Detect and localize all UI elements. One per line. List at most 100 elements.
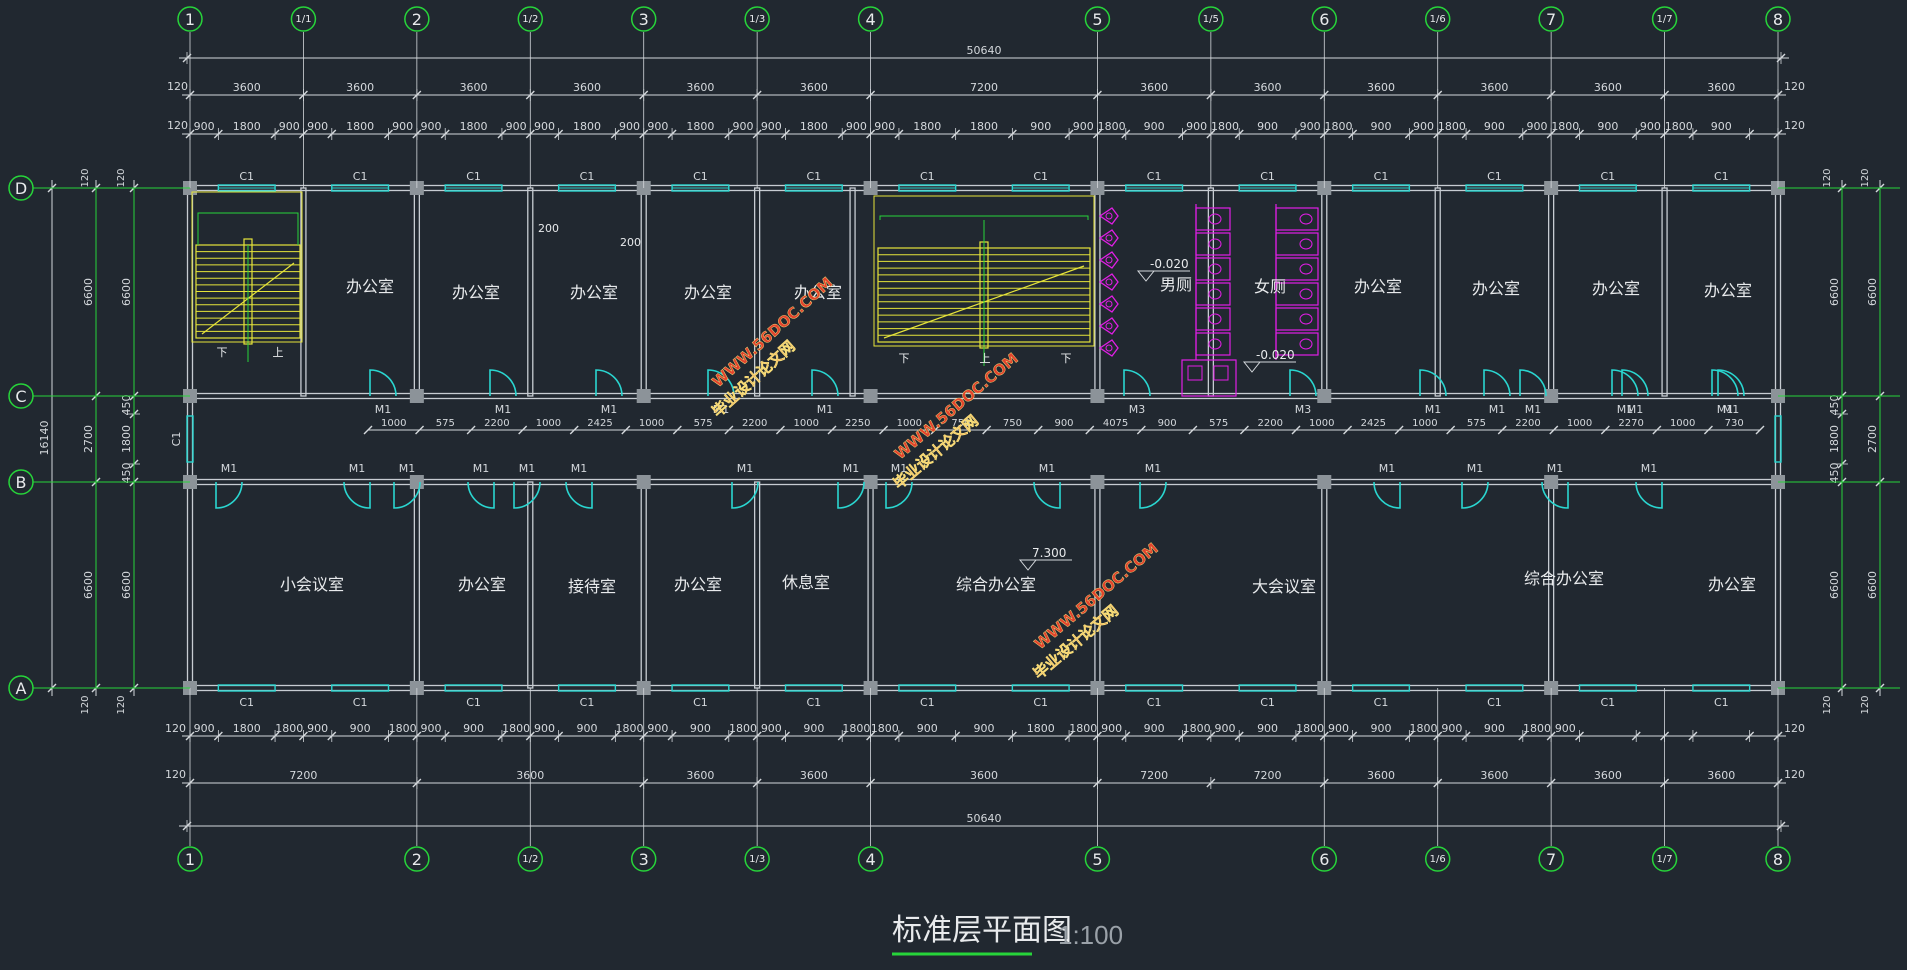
dim-value: 120 [167, 80, 188, 93]
dim-value: 3600 [800, 769, 828, 782]
stair-label: 上 [980, 352, 991, 365]
column [409, 389, 424, 403]
dim-value: 1800 [871, 722, 899, 735]
dim-value: 120 [80, 168, 91, 187]
door-label: M1 [1039, 462, 1056, 475]
dim-value: 200 [538, 222, 559, 235]
column [863, 475, 878, 489]
wall [640, 481, 647, 689]
window-label: C1 [1487, 696, 1502, 709]
dim-value: 900 [1073, 120, 1094, 133]
column [1090, 389, 1105, 403]
stair-path [879, 215, 1089, 220]
door-swing [1635, 481, 1663, 509]
dim-value: 1800 [233, 120, 261, 133]
dim-value: 1800 [913, 120, 941, 133]
fixture-bowl [1208, 263, 1222, 275]
window-label: C1 [693, 696, 708, 709]
window-label: C1 [1033, 170, 1048, 183]
wall [1547, 187, 1555, 397]
dim-value: 450 [1828, 395, 1841, 416]
dim-value: 900 [1257, 722, 1278, 735]
dim-value: 6600 [120, 278, 133, 306]
dim-value: 120 [1822, 168, 1833, 187]
window-label: C1 [1147, 170, 1162, 183]
door-label: M1 [1145, 462, 1162, 475]
door-swing [1611, 369, 1639, 397]
dim-value: 50640 [967, 812, 1002, 825]
dim-value: 2250 [845, 418, 870, 429]
room-label: 办公室 [1354, 278, 1402, 296]
dim-value: 3600 [686, 81, 714, 94]
dim-value: 575 [1209, 418, 1228, 429]
dim-value: 7200 [289, 769, 317, 782]
dim-value: 450 [1828, 463, 1841, 484]
door-swing [1419, 369, 1447, 397]
door-label: M1 [1627, 403, 1644, 416]
dim-value: 900 [1597, 120, 1618, 133]
wall [849, 187, 856, 397]
dim-value: 900 [350, 722, 371, 735]
dim-value: 900 [194, 722, 215, 735]
door-label: M1 [1489, 403, 1506, 416]
dim-value: 1800 [616, 722, 644, 735]
door-label: M1 [221, 462, 238, 475]
door-swing [215, 481, 243, 509]
room-label: 小会议室 [280, 576, 344, 594]
dim-value: 900 [1441, 722, 1462, 735]
dim-value: 900 [619, 120, 640, 133]
dim-value: 120 [1784, 80, 1805, 93]
wall [413, 481, 421, 689]
column [636, 389, 651, 403]
dim-value: 120 [165, 768, 186, 781]
fixture [1105, 212, 1113, 220]
stair-label: 下 [217, 347, 228, 359]
room-label: 办公室 [1708, 576, 1756, 594]
dim-value: 450 [120, 463, 133, 484]
dim-value: 1800 [120, 425, 133, 453]
window-label: C1 [1374, 170, 1389, 183]
dim-value: 750 [1003, 418, 1022, 429]
axis-label: 1 [185, 10, 195, 29]
dim-value: 120 [1822, 695, 1833, 714]
dim-value: 900 [846, 120, 867, 133]
dim-value: 3600 [233, 81, 261, 94]
fixture-bowl [1208, 338, 1222, 350]
fixture-bowl [1299, 313, 1313, 325]
axis-label: 4 [865, 10, 875, 29]
dim-value: 1800 [1211, 120, 1239, 133]
dim-value: 120 [1784, 722, 1805, 735]
axis-label: B [16, 473, 27, 492]
fixture-bowl [1208, 238, 1222, 250]
dim-value: 1800 [729, 722, 757, 735]
wall [189, 184, 1779, 192]
dim-value: 900 [1371, 722, 1392, 735]
window-label: C1 [1374, 696, 1389, 709]
window-label: C1 [920, 696, 935, 709]
dim-value: 900 [1484, 120, 1505, 133]
dim-value: 7200 [970, 81, 998, 94]
dim-value: 2425 [1361, 418, 1386, 429]
dim-value: 450 [120, 395, 133, 416]
dim-value: 200 [620, 236, 641, 249]
dim-value: 2700 [82, 425, 95, 453]
axis-label: 3 [639, 850, 649, 869]
drawing-scale: 1:100 [1058, 920, 1123, 950]
room-label: 男厕 [1160, 277, 1192, 294]
dim-value: 3600 [460, 81, 488, 94]
window-label: C1 [1601, 170, 1616, 183]
dim-value: 900 [1484, 722, 1505, 735]
door-swing [1711, 369, 1739, 397]
dim-value: 1800 [573, 120, 601, 133]
dim-value: 120 [1860, 695, 1871, 714]
wall [189, 684, 1779, 692]
dim-value: 900 [1328, 722, 1349, 735]
room-label: 办公室 [346, 278, 394, 296]
wall [1321, 481, 1328, 689]
dim-value: 3600 [346, 81, 374, 94]
fixture-bowl [1299, 338, 1313, 350]
door-swing [1373, 481, 1401, 509]
dim-value: 900 [647, 722, 668, 735]
door-label: M1 [601, 403, 618, 416]
dim-value: 900 [534, 722, 555, 735]
